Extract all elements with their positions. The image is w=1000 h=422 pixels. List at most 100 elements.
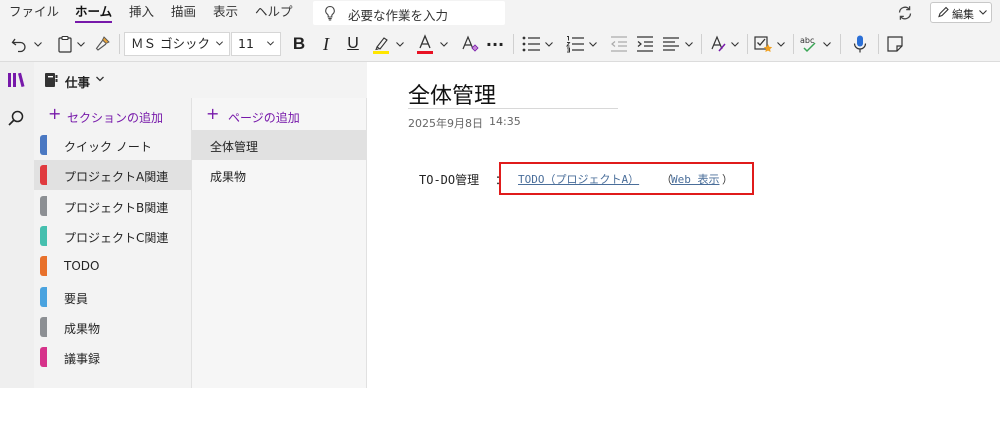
styles-button[interactable]: [707, 33, 729, 55]
bullets-dropdown[interactable]: [543, 33, 555, 55]
toolbar-separator: [747, 34, 748, 54]
paste-button[interactable]: [55, 33, 75, 55]
search-box[interactable]: 必要な作業を入力: [313, 1, 505, 25]
outdent-icon: [611, 36, 627, 52]
tab-draw[interactable]: 描画: [171, 3, 196, 23]
tag-dropdown[interactable]: [775, 33, 787, 55]
section-item[interactable]: クイック ノート: [34, 130, 192, 160]
notebook-selector[interactable]: 仕事: [34, 62, 367, 98]
todo-link[interactable]: TODO（プロジェクトA）: [518, 171, 639, 187]
font-color-button[interactable]: [414, 33, 436, 55]
svg-text:abc: abc: [800, 36, 814, 45]
edit-mode-label: 編集: [952, 8, 974, 21]
alignment-button[interactable]: [660, 33, 682, 55]
clear-formatting-button[interactable]: [459, 33, 481, 55]
styles-dropdown[interactable]: [729, 33, 741, 55]
undo-icon: [11, 38, 26, 53]
styles-icon: [711, 35, 726, 52]
section-name: 要員: [64, 291, 89, 306]
section-item[interactable]: 議事録: [34, 342, 192, 372]
chevron-down-icon: [34, 42, 42, 47]
toolbar-separator: [878, 34, 879, 54]
undo-button[interactable]: [8, 33, 30, 55]
page-item[interactable]: 成果物: [192, 160, 367, 190]
section-list: + セクションの追加 クイック ノートプロジェクトA関連プロジェクトB関連プロジ…: [34, 98, 192, 388]
font-size-select[interactable]: 11: [231, 32, 281, 56]
tag-button[interactable]: [752, 33, 774, 55]
section-name: プロジェクトC関連: [64, 230, 169, 245]
page-time: 14:35: [489, 115, 521, 128]
chevron-down-icon: [96, 76, 104, 82]
section-color-tab: [40, 225, 47, 246]
notebook-icon: [45, 73, 58, 87]
chevron-down-icon: [777, 42, 785, 47]
spelling-dropdown[interactable]: [821, 33, 833, 55]
align-left-icon: [663, 37, 679, 51]
highlight-button[interactable]: [370, 33, 392, 55]
bullets-button[interactable]: [520, 33, 542, 55]
chevron-down-icon: [545, 42, 553, 47]
italic-button[interactable]: I: [317, 33, 335, 55]
sticky-note-button[interactable]: [884, 33, 906, 55]
decrease-indent-button[interactable]: [608, 33, 630, 55]
tab-file[interactable]: ファイル: [9, 3, 59, 23]
format-painter-button[interactable]: [93, 33, 113, 55]
undo-dropdown[interactable]: [32, 33, 44, 55]
section-item[interactable]: 成果物: [34, 312, 192, 342]
font-color-dropdown[interactable]: [438, 33, 450, 55]
add-page-label: ページの追加: [228, 111, 300, 125]
page-name: 全体管理: [210, 140, 259, 154]
increase-indent-button[interactable]: [634, 33, 656, 55]
tab-view[interactable]: 表示: [213, 3, 238, 23]
font-name-select[interactable]: ＭＳ ゴシック: [124, 32, 230, 56]
toolbar-separator: [793, 34, 794, 54]
section-item[interactable]: プロジェクトB関連: [34, 191, 192, 221]
section-item[interactable]: TODO: [34, 251, 192, 281]
more-options-button[interactable]: ···: [484, 33, 506, 55]
page-item[interactable]: 全体管理: [192, 130, 367, 160]
section-item[interactable]: プロジェクトA関連: [34, 160, 192, 191]
menu-bar: ファイル ホーム 挿入 描画 表示 ヘルプ 必要な作業を入力 編集: [0, 0, 1000, 26]
clipboard-icon: [58, 35, 72, 53]
underline-button[interactable]: U: [344, 33, 362, 55]
highlighter-icon: [373, 37, 389, 54]
tab-insert[interactable]: 挿入: [129, 3, 154, 23]
alignment-dropdown[interactable]: [683, 33, 695, 55]
spelling-button[interactable]: abc: [798, 33, 820, 55]
chevron-down-icon: [396, 42, 404, 47]
chevron-down-icon: [440, 42, 448, 47]
section-name: プロジェクトA関連: [64, 170, 169, 185]
font-size-value: 11: [238, 36, 254, 51]
chevron-down-icon: [823, 42, 831, 47]
highlight-dropdown[interactable]: [394, 33, 406, 55]
section-color-tab: [40, 135, 47, 155]
spellcheck-icon: abc: [800, 36, 816, 53]
bold-button[interactable]: B: [290, 33, 308, 55]
page-title[interactable]: 全体管理: [408, 78, 496, 110]
section-color-tab: [40, 316, 47, 337]
section-item[interactable]: 要員: [34, 282, 192, 312]
paste-dropdown[interactable]: [75, 33, 87, 55]
dictate-button[interactable]: [849, 33, 871, 55]
numbering-dropdown[interactable]: [587, 33, 599, 55]
ribbon-toolbar: ＭＳ ゴシック 11 B I U ··· abc: [0, 26, 1000, 62]
add-section-button[interactable]: + セクションの追加: [34, 102, 191, 128]
tab-home[interactable]: ホーム: [75, 3, 113, 23]
pencil-icon: [938, 6, 949, 18]
add-page-button[interactable]: + ページの追加: [192, 102, 366, 128]
plus-icon: +: [206, 104, 220, 123]
search-icon[interactable]: [6, 108, 26, 128]
numbering-button[interactable]: [564, 33, 586, 55]
section-item[interactable]: プロジェクトC関連: [34, 221, 192, 251]
toolbar-separator: [840, 34, 841, 54]
tab-help[interactable]: ヘルプ: [255, 3, 293, 23]
todo-label: TO-DO管理: [419, 173, 480, 187]
chevron-down-icon: [266, 41, 275, 46]
font-name-value: ＭＳ ゴシック: [131, 36, 210, 51]
section-name: 議事録: [64, 352, 101, 367]
notebooks-icon[interactable]: [6, 70, 26, 90]
search-placeholder: 必要な作業を入力: [348, 8, 449, 23]
web-view-link[interactable]: Web 表示: [671, 171, 720, 187]
edit-mode-button[interactable]: 編集: [930, 2, 992, 23]
sync-icon[interactable]: [896, 4, 914, 22]
